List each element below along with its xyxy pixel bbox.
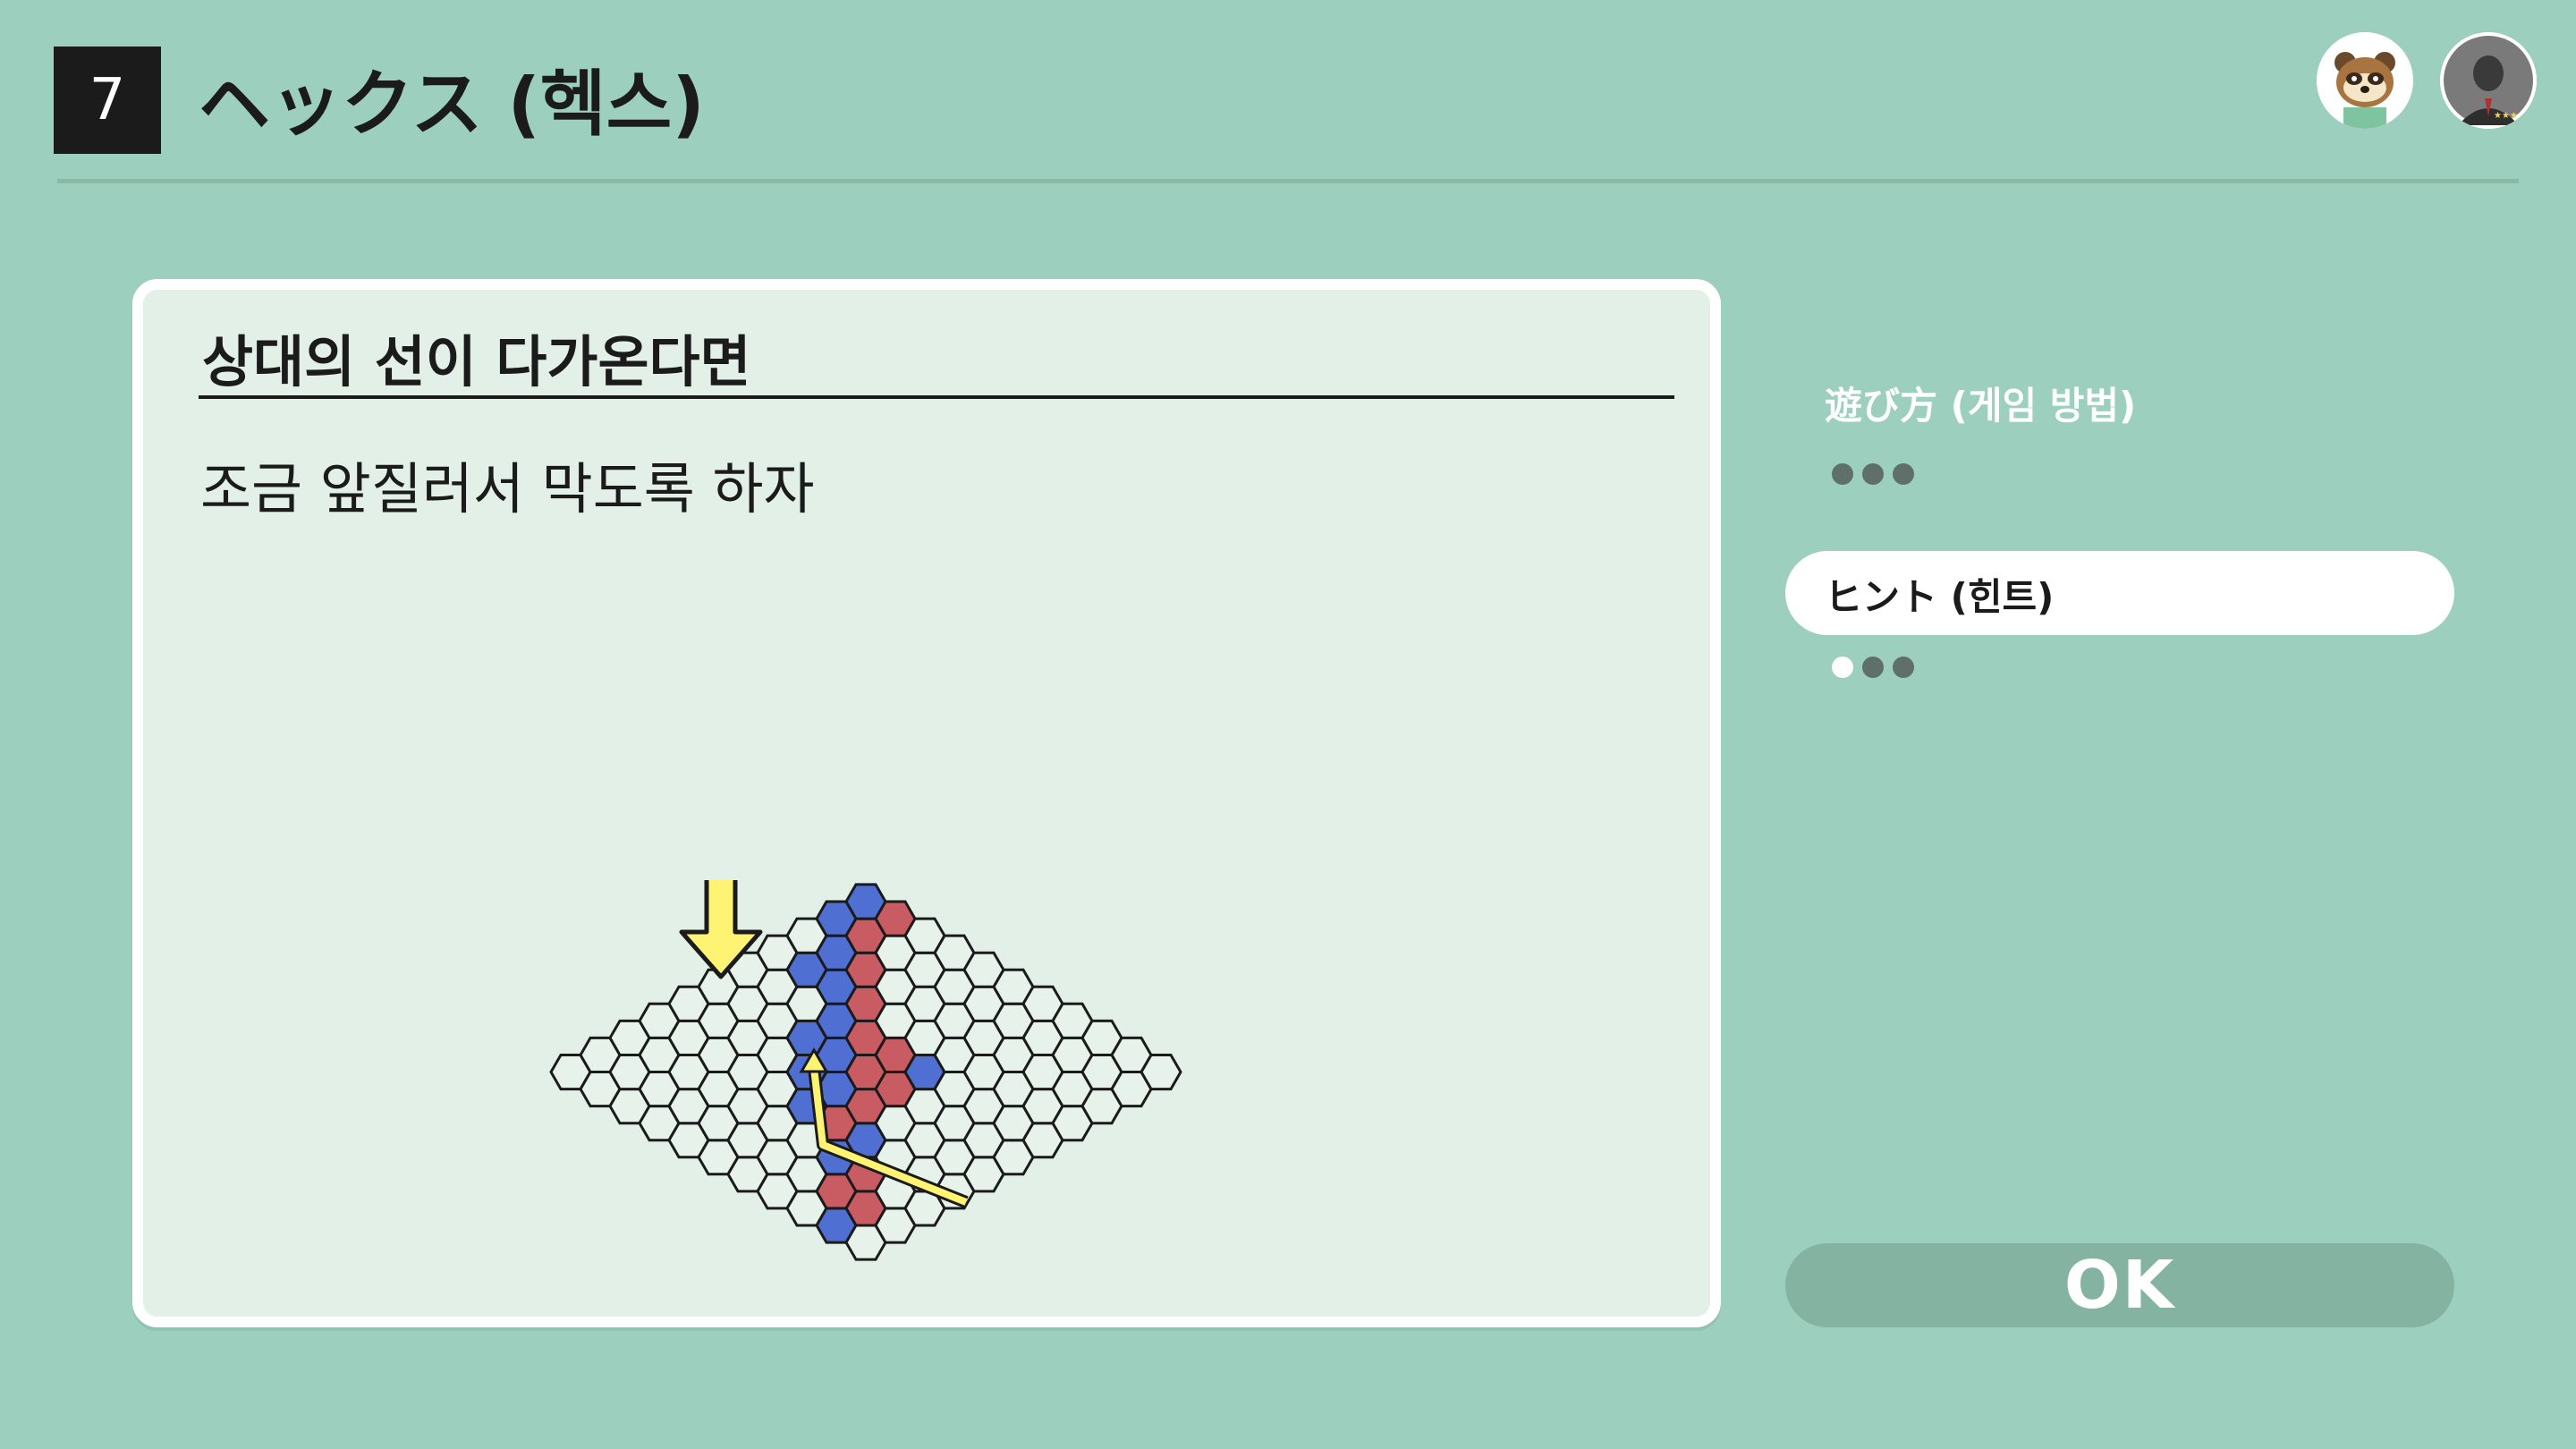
person-avatar-icon[interactable]: ★★★ [2440, 32, 2537, 129]
hint-heading: 상대의 선이 다가온다면 [202, 329, 751, 394]
hints-page-dots [1832, 657, 1914, 678]
header-divider [57, 179, 2519, 183]
hint-body-text: 조금 앞질러서 막도록 하자 [200, 456, 815, 521]
page-dot-current [1832, 657, 1853, 678]
hex-board [549, 880, 1182, 1261]
page-dot [1893, 463, 1914, 485]
raccoon-avatar-icon[interactable] [2317, 32, 2413, 129]
page-dot [1832, 463, 1853, 485]
game-number: 7 [54, 47, 161, 154]
menu-item-how-to-play[interactable]: 遊び方 (게임 방법) [1825, 376, 2136, 430]
page-dot [1893, 657, 1914, 678]
how-to-play-page-dots [1832, 463, 1914, 485]
menu-item-hints[interactable]: ヒント (힌트) [1825, 567, 2054, 622]
svg-text:★★★: ★★★ [2494, 111, 2518, 121]
page-dot [1862, 463, 1884, 485]
hex-cell [1140, 1054, 1182, 1091]
hint-panel: 상대의 선이 다가온다면 조금 앞질러서 막도록 하자 [132, 279, 1721, 1327]
heading-divider [199, 395, 1674, 399]
ok-button[interactable]: OK [1785, 1243, 2454, 1327]
page-dot [1862, 657, 1884, 678]
game-title: ヘックス (헥스) [199, 63, 705, 146]
